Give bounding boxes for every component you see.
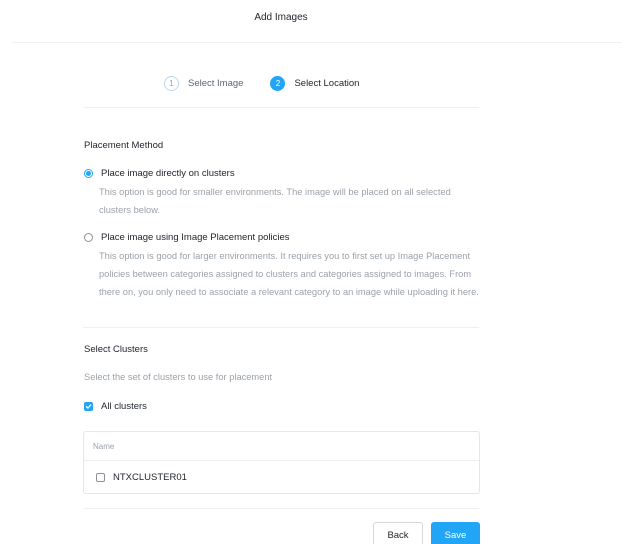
step-number-1: 1 bbox=[164, 76, 179, 91]
back-button[interactable]: Back bbox=[373, 522, 423, 544]
radio-clusters[interactable] bbox=[84, 169, 93, 178]
steps-divider bbox=[83, 107, 479, 108]
dialog-title: Add Images bbox=[254, 12, 308, 23]
radio-clusters-description: This option is good for smaller environm… bbox=[99, 187, 451, 215]
radio-policies-label: Place image using Image Placement polici… bbox=[101, 232, 290, 243]
radio-policies[interactable] bbox=[84, 233, 93, 242]
select-clusters-title: Select Clusters bbox=[84, 344, 148, 355]
step-number-2: 2 bbox=[270, 76, 286, 91]
clusters-table: Name NTXCLUSTER01 bbox=[83, 431, 480, 494]
radio-clusters-label: Place image directly on clusters bbox=[101, 168, 235, 179]
add-images-dialog: Add Images 1 Select Image 2 Select Locat… bbox=[0, 0, 624, 544]
placement-option-clusters[interactable]: Place image directly on clusters This op… bbox=[84, 168, 480, 219]
all-clusters-checkbox[interactable] bbox=[84, 402, 93, 411]
footer-divider bbox=[83, 508, 479, 509]
step-label-select-location: Select Location bbox=[294, 78, 360, 89]
header-divider bbox=[12, 42, 622, 43]
placement-divider bbox=[83, 327, 479, 328]
check-icon bbox=[85, 404, 92, 409]
all-clusters-option[interactable]: All clusters bbox=[84, 401, 147, 412]
wizard-step-select-location: 2 Select Location bbox=[270, 76, 359, 91]
table-row[interactable]: NTXCLUSTER01 bbox=[84, 461, 479, 494]
all-clusters-label: All clusters bbox=[101, 401, 147, 412]
placement-option-policies[interactable]: Place image using Image Placement polici… bbox=[84, 232, 480, 301]
table-header-name: Name bbox=[84, 432, 479, 461]
placement-method-title: Placement Method bbox=[84, 140, 164, 151]
select-clusters-helper: Select the set of clusters to use for pl… bbox=[84, 372, 273, 382]
step-label-select-image: Select Image bbox=[188, 78, 244, 89]
radio-policies-description: This option is good for larger environme… bbox=[99, 251, 479, 297]
save-button[interactable]: Save bbox=[431, 522, 480, 544]
wizard-steps: 1 Select Image 2 Select Location bbox=[164, 76, 359, 91]
cluster-name: NTXCLUSTER01 bbox=[113, 472, 187, 483]
cluster-row-checkbox[interactable] bbox=[96, 473, 105, 482]
wizard-step-select-image[interactable]: 1 Select Image bbox=[164, 76, 243, 91]
